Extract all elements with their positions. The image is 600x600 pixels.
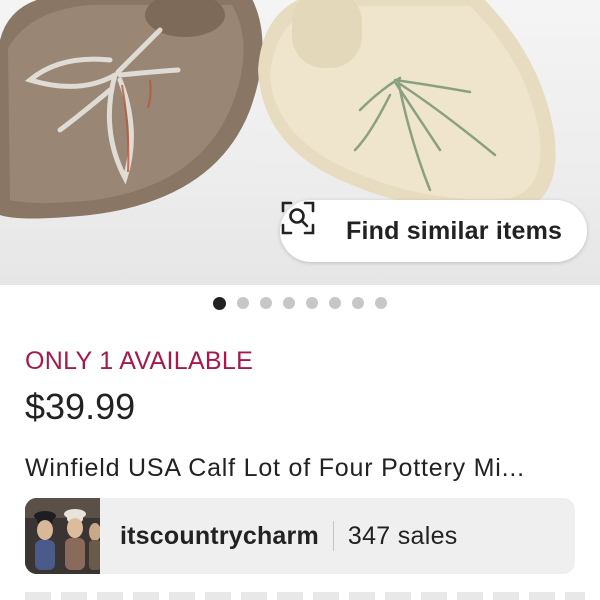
product-photo[interactable]: Find similar items (0, 0, 600, 285)
shop-name[interactable]: itscountrycharm (120, 522, 319, 551)
carousel-dot[interactable] (213, 296, 226, 310)
price: $39.99 (25, 386, 136, 427)
find-similar-button[interactable]: Find similar items (280, 200, 587, 262)
listing-title[interactable]: Winfield USA Calf Lot of Four Pottery Mi… (25, 454, 585, 483)
separator (332, 521, 334, 551)
carousel-dot[interactable] (306, 297, 318, 309)
visual-search-icon (281, 201, 338, 251)
find-similar-label: Find similar items (346, 216, 563, 245)
carousel-dot[interactable] (283, 297, 295, 309)
shop-card[interactable]: itscountrycharm 347 sales (25, 498, 575, 574)
carousel-dot[interactable] (329, 297, 341, 309)
availability-notice: ONLY 1 AVAILABLE (25, 347, 254, 375)
shop-avatar[interactable] (25, 498, 100, 574)
carousel-dot[interactable] (375, 297, 387, 309)
truncated-text-below (25, 592, 585, 600)
carousel-dot[interactable] (260, 297, 272, 309)
carousel-dots[interactable] (0, 296, 600, 310)
carousel-dot[interactable] (237, 297, 249, 309)
shop-sales-count: 347 sales (347, 521, 458, 550)
carousel-dot[interactable] (352, 297, 364, 309)
